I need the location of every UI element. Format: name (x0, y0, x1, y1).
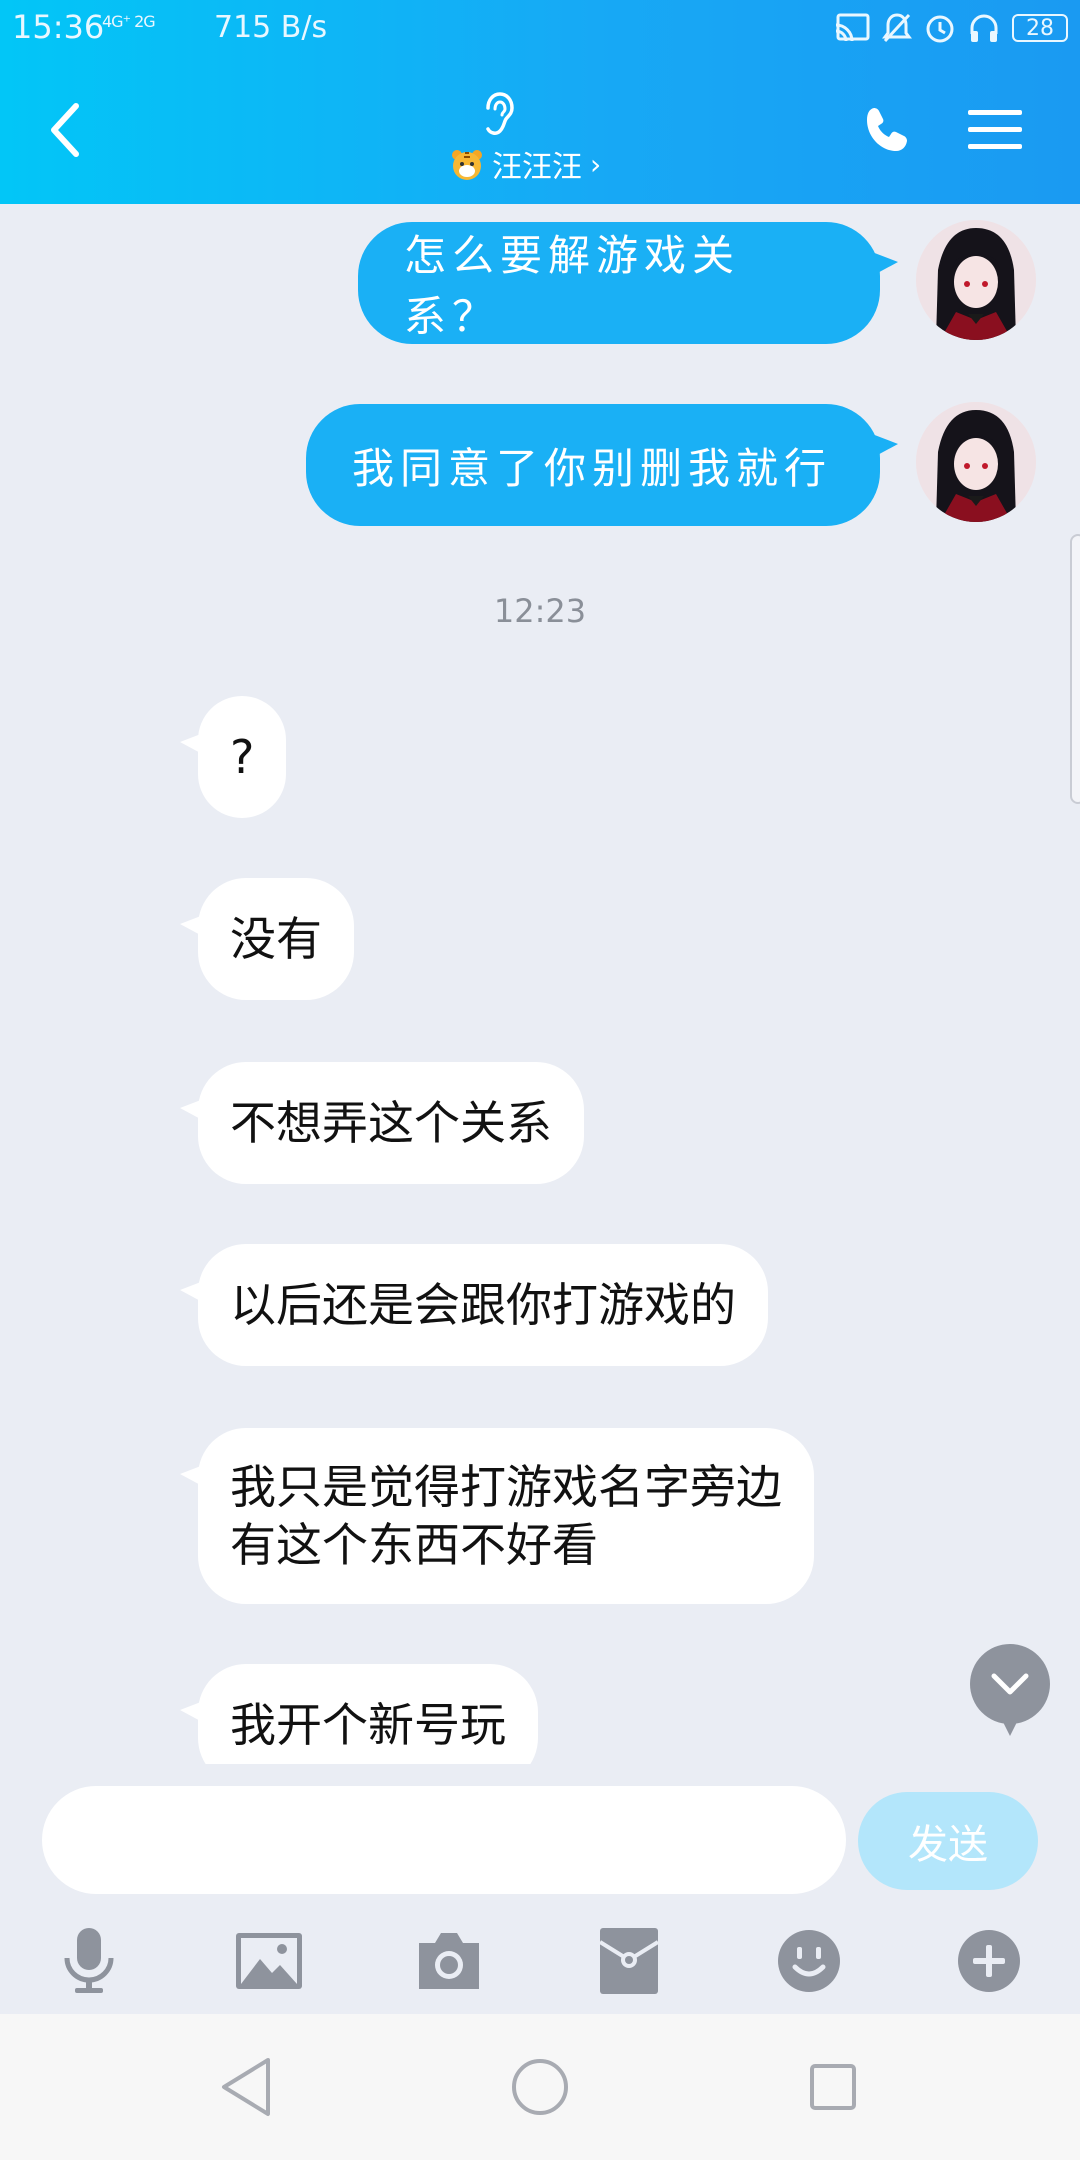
outgoing-message[interactable]: 怎么要解游戏关系？ (358, 222, 898, 344)
nav-home-button[interactable] (505, 2052, 575, 2122)
contact-title[interactable]: 汪汪汪 › (450, 144, 602, 185)
chat-header: 15:36 4G⁺ 2G 715 B/s 28 汪汪汪 › (0, 0, 1080, 204)
avatar-image (916, 402, 1036, 522)
avatar[interactable] (916, 402, 1036, 522)
more-button[interactable] (944, 1916, 1034, 2006)
camera-icon (419, 1933, 479, 1989)
message-timestamp: 12:23 (493, 592, 587, 630)
scroll-handle[interactable] (1070, 534, 1080, 804)
incoming-message[interactable]: 没有 (180, 878, 354, 1000)
send-button[interactable]: 发送 (858, 1792, 1038, 1890)
cast-icon (835, 13, 870, 42)
incoming-message[interactable]: ? (179, 696, 287, 818)
status-bar: 15:36 4G⁺ 2G 715 B/s 28 (0, 0, 1080, 56)
photo-button[interactable] (224, 1916, 314, 2006)
input-bar: 发送 (0, 1764, 1080, 2014)
emoji-button[interactable] (764, 1916, 854, 2006)
tiger-icon (452, 150, 482, 180)
chat-area[interactable]: 怎么要解游戏关系？ 我同意了你别删我就行 12:23 ? 没有 不想弄这个关系 … (0, 204, 1080, 1764)
ear-icon[interactable] (478, 90, 518, 138)
microphone-icon (64, 1928, 114, 1993)
alarm-icon (926, 15, 954, 43)
red-packet-icon (600, 1928, 658, 1994)
menu-button[interactable] (968, 108, 1022, 152)
nav-back-button[interactable] (212, 2052, 282, 2122)
message-line: 有这个东西不好看 (230, 1518, 598, 1572)
incoming-message[interactable]: 我开个新号玩 (180, 1664, 538, 1764)
avatar-image (916, 220, 1036, 340)
incoming-message[interactable]: 我只是觉得打游戏名字旁边 有这个东西不好看 (180, 1428, 814, 1604)
chevron-right-icon: › (590, 147, 602, 181)
contact-name: 汪汪汪 (492, 150, 582, 185)
message-input[interactable] (42, 1786, 846, 1894)
message-line: 我只是觉得打游戏名字旁边 (230, 1460, 782, 1514)
incoming-message[interactable]: 以后还是会跟你打游戏的 (180, 1244, 768, 1366)
outgoing-message[interactable]: 我同意了你别删我就行 (306, 404, 898, 526)
scroll-to-bottom-button[interactable] (968, 1644, 1052, 1740)
signal-indicator: 4G⁺ 2G (102, 12, 156, 31)
back-button[interactable] (42, 100, 86, 160)
system-nav-bar (0, 2014, 1080, 2160)
status-time: 15:36 (12, 8, 105, 46)
image-icon (236, 1933, 302, 1989)
headphones-icon (970, 14, 998, 42)
plus-icon (958, 1930, 1020, 1992)
emoji-icon (778, 1930, 840, 1992)
mute-bell-icon (882, 13, 912, 43)
incoming-message[interactable]: 不想弄这个关系 (180, 1062, 584, 1184)
avatar[interactable] (916, 220, 1036, 340)
voice-button[interactable] (44, 1916, 134, 2006)
status-icons: 28 (834, 10, 1068, 46)
red-packet-button[interactable] (584, 1916, 674, 2006)
phone-call-button[interactable] (862, 104, 914, 156)
battery-icon: 28 (1012, 14, 1068, 42)
nav-recents-button[interactable] (798, 2052, 868, 2122)
network-speed: 715 B/s (214, 10, 328, 45)
input-toolbar (0, 1916, 1080, 2006)
camera-button[interactable] (404, 1916, 494, 2006)
